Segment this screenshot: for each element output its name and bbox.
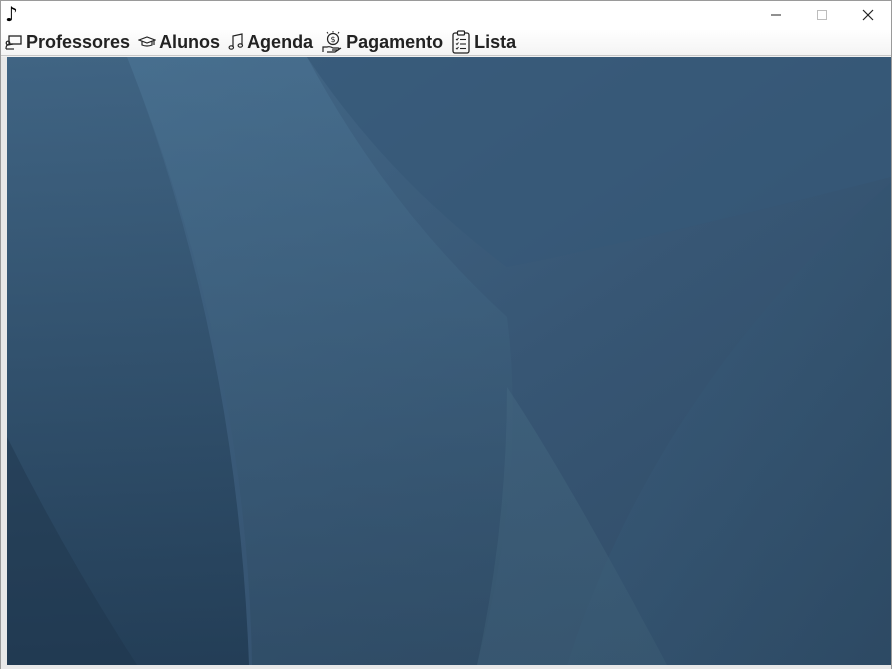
maximize-button[interactable] — [799, 1, 845, 29]
music-note-icon: ♪ — [5, 2, 18, 26]
background-wallpaper — [7, 57, 891, 665]
close-button[interactable] — [845, 1, 891, 29]
minimize-icon — [771, 14, 781, 16]
menu-agenda[interactable]: Agenda — [224, 29, 317, 55]
menu-alunos[interactable]: Alunos — [134, 29, 224, 55]
graduation-cap-icon — [138, 34, 157, 50]
application-window: ♪ Professores Alunos Agenda $ Pagamento … — [0, 0, 892, 669]
menu-bar: Professores Alunos Agenda $ Pagamento Li… — [1, 29, 891, 56]
menu-pagamento[interactable]: $ Pagamento — [317, 29, 447, 55]
close-icon — [862, 9, 874, 21]
clipboard-list-icon — [451, 30, 471, 54]
desktop-background — [7, 57, 891, 665]
money-hand-icon: $ — [321, 30, 343, 54]
menu-professores[interactable]: Professores — [1, 29, 134, 55]
menu-lista[interactable]: Lista — [447, 29, 520, 55]
minimize-button[interactable] — [753, 1, 799, 29]
menu-lista-label: Lista — [474, 31, 517, 52]
menu-alunos-label: Alunos — [159, 31, 221, 52]
svg-text:$: $ — [331, 35, 336, 44]
maximize-icon — [817, 10, 827, 20]
music-notes-icon — [228, 33, 244, 51]
teacher-board-icon — [5, 34, 23, 50]
bottom-frame — [1, 665, 891, 669]
menu-pagamento-label: Pagamento — [346, 31, 444, 52]
menu-agenda-label: Agenda — [247, 31, 314, 52]
title-bar[interactable]: ♪ — [1, 1, 891, 29]
menu-professores-label: Professores — [26, 31, 131, 52]
